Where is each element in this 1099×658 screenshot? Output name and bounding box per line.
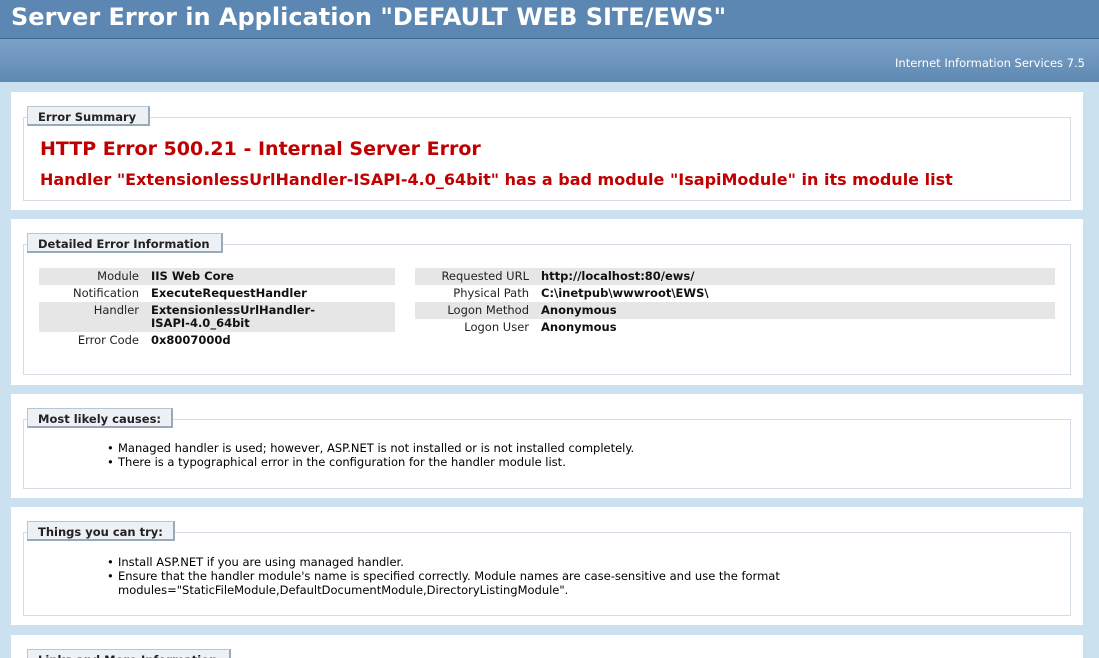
page-title: Server Error in Application "DEFAULT WEB…: [11, 3, 727, 31]
page-header: Server Error in Application "DEFAULT WEB…: [0, 0, 1099, 39]
detail-value: http://localhost:80/ews/: [535, 268, 1055, 285]
detail-value: C:\inetpub\wwwroot\EWS\: [541, 286, 709, 300]
try-tab: Things you can try:: [27, 521, 175, 541]
detail-row: Physical Path C:\inetpub\wwwroot\EWS\: [415, 285, 1055, 302]
error-title: HTTP Error 500.21 - Internal Server Erro…: [40, 138, 481, 160]
causes-panel: Most likely causes: Managed handler is u…: [11, 394, 1083, 498]
list-item: Install ASP.NET if you are using managed…: [107, 555, 787, 569]
detail-key: Requested URL: [415, 268, 535, 285]
details-left-table: Module IIS Web Core Notification Execute…: [39, 268, 395, 349]
detail-value: ExecuteRequestHandler: [151, 286, 307, 300]
detail-key: Handler: [39, 302, 145, 332]
server-bar: Internet Information Services 7.5: [0, 39, 1099, 82]
detailed-error-tab: Detailed Error Information: [27, 233, 223, 253]
detail-value: Anonymous: [535, 302, 1055, 319]
error-summary-tab: Error Summary: [27, 106, 150, 126]
detail-row: Error Code 0x8007000d: [39, 332, 395, 349]
causes-list: Managed handler is used; however, ASP.NE…: [107, 441, 1007, 469]
try-panel: Things you can try: Install ASP.NET if y…: [11, 507, 1083, 625]
try-list: Install ASP.NET if you are using managed…: [107, 555, 787, 597]
detail-value: Anonymous: [541, 320, 617, 334]
detail-key: Notification: [73, 286, 139, 300]
detail-row: Module IIS Web Core: [39, 268, 395, 285]
detail-key: Error Code: [77, 333, 139, 347]
detail-key: Module: [39, 268, 145, 285]
detail-row: Logon Method Anonymous: [415, 302, 1055, 319]
detail-key: Logon Method: [415, 302, 535, 319]
error-summary-panel: Error Summary HTTP Error 500.21 - Intern…: [11, 92, 1083, 210]
detail-value: ExtensionlessUrlHandler- ISAPI-4.0_64bit: [145, 302, 395, 332]
detail-row: Requested URL http://localhost:80/ews/: [415, 268, 1055, 285]
causes-tab: Most likely causes:: [27, 408, 173, 428]
details-right-table: Requested URL http://localhost:80/ews/ P…: [415, 268, 1055, 336]
detail-row: Logon User Anonymous: [415, 319, 1055, 336]
server-version: Internet Information Services 7.5: [895, 56, 1085, 70]
list-item: Managed handler is used; however, ASP.NE…: [107, 441, 1007, 455]
links-panel: Links and More Information: [11, 635, 1083, 658]
list-item: Ensure that the handler module's name is…: [107, 569, 787, 597]
detail-key: Physical Path: [453, 286, 529, 300]
error-message: Handler "ExtensionlessUrlHandler-ISAPI-4…: [40, 170, 953, 189]
detail-row: Handler ExtensionlessUrlHandler- ISAPI-4…: [39, 302, 395, 332]
list-item: There is a typographical error in the co…: [107, 455, 1007, 469]
detail-value: 0x8007000d: [151, 333, 231, 347]
detail-key: Logon User: [464, 320, 529, 334]
detail-value: IIS Web Core: [145, 268, 395, 285]
links-tab: Links and More Information: [27, 649, 231, 658]
detailed-error-panel: Detailed Error Information Module IIS We…: [11, 219, 1083, 385]
detail-row: Notification ExecuteRequestHandler: [39, 285, 395, 302]
